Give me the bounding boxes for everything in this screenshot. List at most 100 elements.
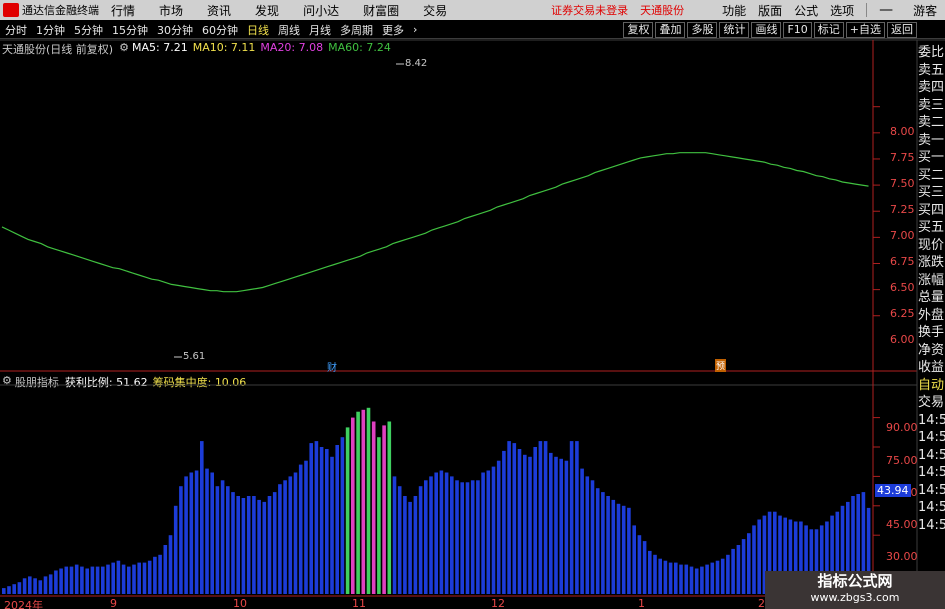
indicator-bar [585,476,590,594]
indicator-bar [465,482,470,594]
indicator-bar [674,562,678,594]
indicator-bar [606,496,610,594]
ask4-label: 卖四 [918,80,945,95]
indicator-bar [12,584,16,594]
indicator-bar [726,554,730,594]
indicator-bar [142,562,147,594]
auto-label[interactable]: 自动 [918,377,945,395]
indicator-bar [496,460,501,594]
indicator-bar [731,548,735,594]
indicator-bar [387,421,392,594]
change-label: 涨跌 [918,255,945,270]
indicator-bar [601,492,605,594]
indicator-bar [580,468,584,594]
indicator-bar [278,484,282,594]
change-pct-label: 涨幅 [918,272,945,288]
time-axis-label: 10 [233,597,247,609]
indicator-bar [397,486,402,594]
indicator-bar [616,503,621,594]
period-high-label: 8.42 [405,58,428,69]
price-tick-label: 6.50 [890,281,915,294]
indicator-bar [153,556,157,594]
indicator-bars [2,407,880,594]
indicator-bar [450,476,454,594]
indicator-bar [554,456,558,594]
indicator-bar [689,566,694,594]
indicator-bar [486,470,491,594]
indicator-bar [168,535,173,594]
indicator-bar [439,470,444,594]
ma60-series-line [1,152,869,293]
trade-label[interactable]: 交易 [918,394,945,412]
indicator-bar [184,476,188,594]
indicator-bar [679,564,683,594]
indicator-bar [627,507,631,594]
indicator-bar [512,443,517,594]
tick-time: 14:56 [918,430,945,445]
indicator-bar [523,454,527,594]
price-tick-label: 6.25 [890,307,915,320]
indicator-bar [80,566,84,594]
indicator-bar [361,409,366,594]
indicator-bar [74,564,79,594]
time-axis-label: 9 [110,597,117,609]
indicator-bar [210,472,214,594]
indicator-bar [648,550,652,594]
indicator-bar [38,580,43,594]
indicator-bar [444,472,449,594]
indicator-bar [408,501,412,594]
indicator-bar [668,562,673,594]
indicator-bar [17,582,22,594]
indicator-bar [757,519,761,594]
time-axis-label: 11 [352,597,366,609]
indicator-bar [101,566,105,594]
chart-annotations [174,63,404,358]
indicator-bar [413,496,418,594]
price-tick-label: 8.00 [890,125,915,138]
ask1-label: 卖一 [918,132,945,148]
indicator-bar [48,574,53,594]
time-axis-label: 12 [491,597,505,609]
price-tick-label: 7.50 [890,177,915,190]
price-tick-label: 7.00 [890,229,915,242]
indicator-bar [106,564,110,594]
indicator-bar [28,576,32,594]
app-window: 通达信金融终端 行情 市场 资讯 发现 问小达 财富圈 交易 证券交易未登录 天… [0,0,945,609]
indicator-tick-label: 75.00 [886,454,918,467]
indicator-bar [642,541,647,594]
indicator-bar [257,499,261,594]
indicator-bar [356,411,360,594]
indicator-bar [137,562,141,594]
finance-marker[interactable]: 财 [327,359,337,374]
indicator-bar [293,472,298,594]
indicator-bar [116,560,121,594]
indicator-bar [252,496,256,594]
indicator-bar [715,560,720,594]
indicator-bar [298,464,303,594]
indicator-bar [121,564,126,594]
quote-side-panel: 委比 卖五 卖四 卖三 卖二 卖一 买一 买二 买三 买四 买五 现价 涨跌 涨… [918,44,945,609]
indicator-bar [111,562,115,594]
indicator-bar [491,466,496,594]
indicator-bar [470,480,475,594]
indicator-bar [684,564,689,594]
indicator-bar [7,586,11,594]
indicator-bar [429,476,433,594]
indicator-bar [345,427,350,594]
indicator-bar [392,476,397,594]
forecast-marker[interactable]: 预 [715,359,727,372]
grid-lines [873,106,880,317]
ask5-label: 卖五 [918,62,945,78]
tick-time: 14:56 [918,465,945,480]
indicator-bar [262,501,267,594]
watermark-url: www.zbgs3.com [810,591,900,604]
price-tick-label: 7.25 [890,203,915,216]
indicator-bar [621,505,626,594]
bid1-label: 买一 [918,150,945,165]
price-tick-label: 6.00 [890,333,915,346]
time-axis-label: 1 [638,597,645,609]
indicator-bar [455,480,459,594]
kline-chart[interactable] [0,0,945,609]
indicator-bar [304,460,308,594]
indicator-tick-label: 90.00 [886,421,918,434]
